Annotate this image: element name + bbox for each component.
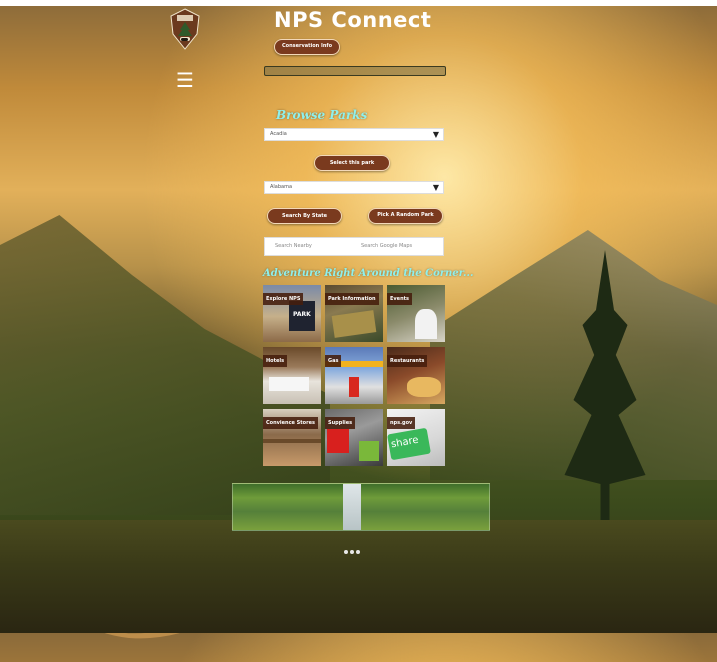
tile-gas[interactable]: Gas [325, 347, 383, 404]
tile-image-pump [349, 377, 359, 397]
dropdown-arrow-icon: ▼ [432, 130, 439, 139]
tile-label: Park Information [325, 293, 379, 305]
tile-label: Explore NPS [263, 293, 304, 305]
adventure-tile-grid: PARK Explore NPS Park Information Events… [263, 285, 445, 466]
tile-park-information[interactable]: Park Information [325, 285, 383, 342]
tile-explore-nps[interactable]: PARK Explore NPS [263, 285, 321, 342]
search-by-state-button[interactable]: Search By State [267, 208, 342, 224]
slideshow-dot[interactable] [350, 550, 354, 554]
page-title: NPS Connect [274, 8, 432, 32]
select-park-button[interactable]: Select this park [314, 155, 390, 171]
tile-image-bag [327, 429, 349, 453]
tile-image-gear [359, 441, 379, 461]
adventure-heading: Adventure Right Around the Corner... [263, 268, 474, 279]
slideshow-banner[interactable] [232, 483, 490, 531]
top-border [0, 0, 717, 6]
search-nearby-input[interactable]: Search Nearby [265, 238, 355, 255]
dropdown-arrow-icon: ▼ [432, 183, 439, 192]
slideshow-dot[interactable] [344, 550, 348, 554]
random-park-button[interactable]: Pick A Random Park [368, 208, 443, 224]
conservation-info-button[interactable]: Conservation Info [274, 39, 340, 55]
state-select[interactable]: Alabama ▼ [264, 181, 444, 194]
tile-image-sign [331, 310, 377, 338]
tile-image-text: PARK [293, 311, 311, 318]
slideshow-dot[interactable] [356, 550, 360, 554]
tile-convenience-stores[interactable]: Convience Stores [263, 409, 321, 466]
tile-events[interactable]: Events [387, 285, 445, 342]
browse-parks-heading: Browse Parks [276, 108, 368, 122]
tile-image-food [407, 377, 441, 397]
progress-bar [264, 66, 446, 76]
search-row: Search Nearby Search Google Maps [264, 237, 444, 256]
tile-restaurants[interactable]: Restaurants [387, 347, 445, 404]
tile-label: Restaurants [387, 355, 428, 367]
background-foreground [0, 520, 717, 633]
tile-label: Supplies [325, 417, 356, 429]
tile-image-shelf [263, 439, 321, 443]
tile-label: Hotels [263, 355, 288, 367]
tile-supplies[interactable]: Supplies [325, 409, 383, 466]
search-google-maps-input[interactable]: Search Google Maps [351, 238, 441, 255]
nps-arrowhead-logo-icon[interactable] [169, 8, 201, 50]
slideshow-image-waterfall [343, 484, 361, 530]
tile-image-bed [269, 377, 309, 391]
tile-hotels[interactable]: Hotels [263, 347, 321, 404]
tile-nps-gov[interactable]: share nps.gov [387, 409, 445, 466]
hamburger-menu-icon[interactable]: ☰ [176, 70, 194, 90]
tile-label: Convience Stores [263, 417, 318, 429]
tile-label: Gas [325, 355, 342, 367]
tile-label: Events [387, 293, 412, 305]
tile-image-people [415, 309, 437, 339]
tile-label: nps.gov [387, 417, 416, 429]
slideshow-dots [344, 539, 362, 558]
park-select-value: Acadia [270, 131, 287, 137]
state-select-value: Alabama [270, 184, 293, 190]
park-select[interactable]: Acadia ▼ [264, 128, 444, 141]
